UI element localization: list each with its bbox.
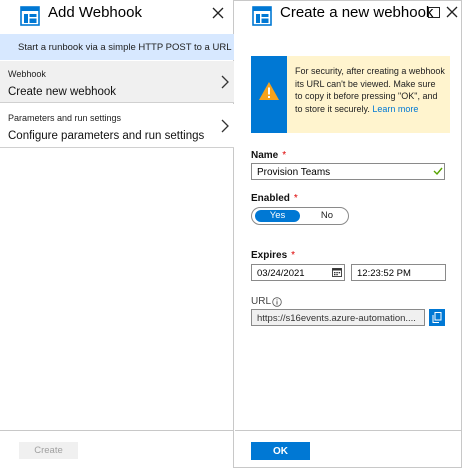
- chevron-right-icon: [221, 119, 229, 133]
- toggle-yes[interactable]: Yes: [255, 210, 300, 222]
- close-icon[interactable]: [446, 6, 458, 18]
- name-label: Name *: [251, 150, 287, 161]
- maximize-icon[interactable]: [428, 7, 440, 18]
- enabled-label: Enabled *: [251, 193, 298, 204]
- required-marker: *: [293, 193, 298, 204]
- required-marker: *: [282, 150, 287, 161]
- menu-item-value: Create new webhook: [8, 86, 117, 98]
- checkmark-icon: [433, 167, 443, 176]
- info-icon[interactable]: [272, 297, 282, 307]
- name-input[interactable]: [251, 163, 445, 180]
- menu-item-label: Webhook: [8, 69, 46, 79]
- url-label: URL: [251, 296, 272, 307]
- warning-icon: [259, 82, 279, 100]
- copy-url-button[interactable]: [429, 309, 445, 326]
- menu-item-label: Parameters and run settings: [8, 113, 122, 123]
- add-webhook-blade: Add Webhook Start a runbook via a simple…: [0, 0, 234, 468]
- calendar-icon[interactable]: [332, 267, 342, 277]
- info-bar: Start a runbook via a simple HTTP POST t…: [0, 34, 234, 60]
- copy-icon: [432, 312, 442, 323]
- security-warning: For security, after creating a webhook i…: [251, 56, 450, 133]
- blade-header: Add Webhook: [0, 0, 233, 32]
- blade-title: Create a new webhook: [280, 4, 434, 21]
- warning-accent: [251, 56, 287, 133]
- required-marker: *: [291, 250, 296, 261]
- enabled-toggle[interactable]: Yes No: [251, 207, 349, 225]
- warning-text: For security, after creating a webhook i…: [295, 65, 445, 115]
- expires-label: Expires *: [251, 250, 296, 261]
- expiry-date-input[interactable]: 03/24/2021: [251, 264, 345, 281]
- chevron-right-icon: [221, 75, 229, 89]
- create-button[interactable]: Create: [19, 442, 78, 459]
- ok-button[interactable]: OK: [251, 442, 310, 460]
- blade-title: Add Webhook: [48, 4, 142, 21]
- toggle-no[interactable]: No: [312, 210, 342, 222]
- automation-blade-icon: [20, 6, 40, 26]
- menu-item-parameters[interactable]: Parameters and run settings Configure pa…: [0, 104, 234, 148]
- learn-more-link[interactable]: Learn more: [372, 104, 418, 114]
- blade-footer: Create: [0, 430, 234, 468]
- expiry-time-input[interactable]: 12:23:52 PM: [351, 264, 446, 281]
- close-icon[interactable]: [211, 6, 225, 20]
- menu-item-value: Configure parameters and run settings: [8, 130, 205, 142]
- automation-blade-icon: [252, 6, 272, 26]
- warning-message: For security, after creating a webhook i…: [295, 66, 445, 114]
- url-field[interactable]: https://s16events.azure-automation....: [251, 309, 425, 326]
- create-webhook-blade: Create a new webhook For security, after…: [235, 0, 462, 468]
- blade-footer: OK: [235, 430, 462, 468]
- menu-item-webhook[interactable]: Webhook Create new webhook: [0, 61, 234, 103]
